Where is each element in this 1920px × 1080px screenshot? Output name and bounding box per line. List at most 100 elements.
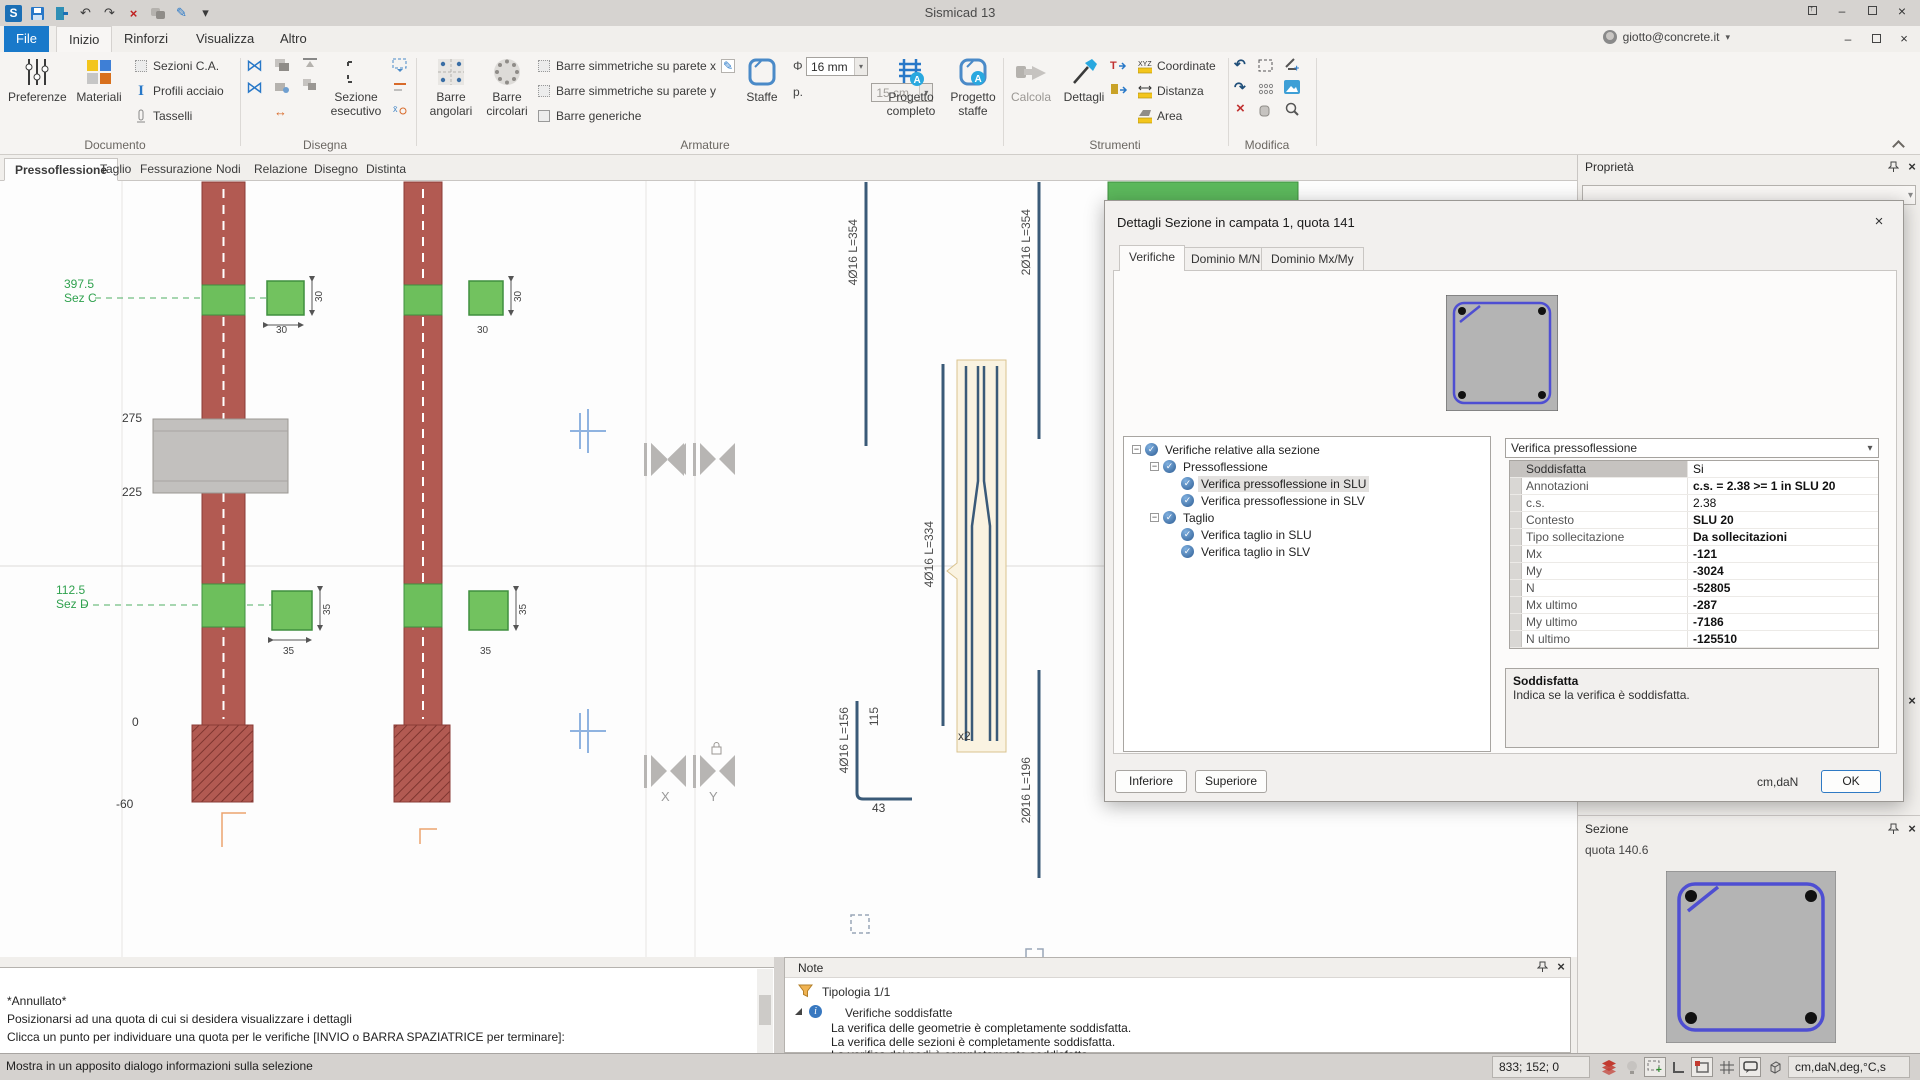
pin-icon[interactable] [1888, 161, 1902, 175]
erase-entities-icon[interactable]: × [1236, 100, 1245, 117]
grid-row[interactable]: N-52805 [1510, 580, 1878, 597]
lightbulb-icon[interactable] [1621, 1057, 1643, 1077]
beam[interactable] [153, 419, 288, 493]
tasselli-button[interactable]: Tasselli [134, 108, 192, 124]
close-panel-icon[interactable]: × [1904, 693, 1920, 709]
viewport-markers[interactable] [851, 915, 1043, 957]
pin-icon[interactable] [1888, 823, 1902, 837]
grid-row[interactable]: Tipo sollecitazioneDa sollecitazioni [1510, 529, 1878, 546]
calcola-button[interactable]: Calcola [1008, 54, 1054, 104]
diameter-combo-arrow-icon[interactable]: ▾ [854, 58, 867, 75]
doc-close-icon[interactable]: × [1896, 31, 1912, 46]
coordinate-button[interactable]: XYZ Coordinate [1138, 58, 1216, 74]
progetto-completo-button[interactable]: A Progetto completo [882, 54, 940, 118]
layer-move-icon[interactable] [274, 80, 290, 97]
dialogtab-verifiche[interactable]: Verifiche [1119, 245, 1185, 271]
dashed-select-icon[interactable] [392, 58, 408, 75]
collapse-icon[interactable]: − [1150, 513, 1159, 522]
tree-item[interactable]: ✓ Verifica taglio in SLV [1124, 543, 1490, 560]
barre-simmetriche-x-button[interactable]: Barre simmetriche su parete x ✎ [537, 58, 735, 74]
grid-row[interactable]: Mx-121 [1510, 546, 1878, 563]
verification-property-grid[interactable]: SoddisfattaSi Annotazionic.s. = 2.38 >= … [1509, 460, 1879, 649]
stretch-icon[interactable]: ↔ [274, 104, 287, 119]
dettagli-button[interactable]: Dettagli [1060, 54, 1108, 104]
section-square[interactable]: 30 30 [469, 281, 524, 336]
layer-icon[interactable] [274, 58, 290, 75]
mirror-y-icon[interactable]: ⋈ [246, 78, 263, 98]
command-scrollbar[interactable] [757, 969, 773, 1053]
close-panel-icon[interactable]: × [1904, 821, 1920, 837]
tree-expander-icon[interactable] [795, 1008, 802, 1015]
coord-dim-icon[interactable]: x̄ [392, 102, 408, 119]
ribbon-display-icon[interactable]: ↑ [1804, 4, 1820, 18]
diameter-combo[interactable]: 16 mm ▾ [806, 57, 868, 76]
doc-restore-icon[interactable] [1868, 32, 1884, 46]
eraser-icon[interactable] [1258, 104, 1273, 120]
tab-inizio[interactable]: Inizio [56, 26, 112, 52]
distanza-button[interactable]: Distanza [1138, 83, 1204, 99]
tab-altro[interactable]: Altro [268, 26, 319, 52]
tree-item[interactable]: ✓ Verifica pressoflessione in SLV [1124, 492, 1490, 509]
clean-icon[interactable]: + [1284, 57, 1301, 75]
account-menu[interactable]: giotto@concrete.it ▾ [1603, 30, 1730, 44]
align-top-icon[interactable] [302, 56, 318, 73]
grid-row[interactable]: c.s.2.38 [1510, 495, 1878, 512]
barre-angolari-button[interactable]: Barre angolari [422, 54, 480, 118]
close-panel-icon[interactable]: × [1904, 159, 1920, 175]
progetto-staffe-button[interactable]: A Progetto staffe [944, 54, 1002, 118]
report-export-icon[interactable] [1110, 82, 1128, 100]
tab-rinforzi[interactable]: Rinforzi [112, 26, 180, 52]
sezione-esecutivo-button[interactable]: Sezione esecutivo [326, 54, 386, 118]
staffe-button[interactable]: Staffe [740, 54, 784, 104]
close-icon[interactable]: × [1894, 3, 1910, 19]
layers-icon[interactable] [1598, 1057, 1620, 1077]
preferenze-button[interactable]: Preferenze [8, 54, 66, 104]
wall-column-right[interactable] [394, 182, 450, 802]
text-export-icon[interactable]: T [1110, 58, 1128, 76]
close-panel-icon[interactable]: × [1553, 959, 1569, 975]
grid-icon[interactable] [1716, 1057, 1738, 1077]
barre-generiche-button[interactable]: Barre generiche [537, 108, 641, 124]
ribbon-collapse-icon[interactable] [1892, 140, 1905, 153]
grid-row[interactable]: ContestoSLU 20 [1510, 512, 1878, 529]
collapse-icon[interactable]: − [1132, 445, 1141, 454]
dialogtab-dominio-mn[interactable]: Dominio M/N [1181, 247, 1270, 271]
tab-file[interactable]: File [4, 26, 49, 52]
barre-simmetriche-y-button[interactable]: Barre simmetriche su parete y [537, 83, 716, 99]
zoom-icon[interactable] [1284, 102, 1300, 120]
sezioni-ca-button[interactable]: Sezioni C.A. [134, 58, 219, 74]
command-history-panel[interactable]: *Annullato* Posizionarsi ad una quota di… [0, 967, 774, 1053]
collapse-icon[interactable]: − [1150, 462, 1159, 471]
area-button[interactable]: Area [1138, 108, 1182, 124]
dialogtab-dominio-mxmy[interactable]: Dominio Mx/My [1261, 247, 1364, 271]
rebar-highlight-strip[interactable] [947, 360, 1006, 752]
add-selection-icon[interactable]: + [1644, 1057, 1666, 1077]
filter-icon[interactable] [798, 984, 813, 1001]
grid-row[interactable]: Mx ultimo-287 [1510, 597, 1878, 614]
tooltip-icon[interactable] [1739, 1057, 1761, 1077]
restore-icon[interactable] [1864, 4, 1880, 18]
view-cube-icon[interactable] [1764, 1057, 1786, 1077]
grid-row[interactable]: My-3024 [1510, 563, 1878, 580]
superiore-button[interactable]: Superiore [1195, 770, 1267, 793]
image-icon[interactable] [1284, 80, 1300, 97]
verification-tree[interactable]: − ✓ Verifiche relative alla sezione − ✓ … [1123, 436, 1491, 752]
snap-icon[interactable] [1691, 1057, 1713, 1077]
profili-acciaio-button[interactable]: I Profili acciaio [134, 83, 224, 99]
tab-visualizza[interactable]: Visualizza [184, 26, 266, 52]
section-square[interactable]: 30 30 [267, 281, 325, 336]
select-points-icon[interactable] [1258, 82, 1273, 98]
rebar-lines[interactable] [857, 182, 1039, 878]
edit-redo-icon[interactable]: ↷ [1234, 79, 1246, 96]
viewtab-distinta[interactable]: Distinta [356, 158, 416, 181]
dialog-close-icon[interactable]: × [1867, 211, 1891, 233]
select-rect-icon[interactable] [1258, 59, 1273, 75]
section-square[interactable]: 35 35 [469, 591, 529, 657]
mirror-x-icon[interactable]: ⋈ [246, 56, 263, 76]
pin-icon[interactable] [1537, 961, 1551, 975]
grid-row[interactable]: N ultimo-125510 [1510, 631, 1878, 648]
materiali-button[interactable]: Materiali [70, 54, 128, 104]
tree-item[interactable]: ✓ Verifica taglio in SLU [1124, 526, 1490, 543]
minimize-icon[interactable]: – [1834, 4, 1850, 18]
grid-row[interactable]: My ultimo-7186 [1510, 614, 1878, 631]
